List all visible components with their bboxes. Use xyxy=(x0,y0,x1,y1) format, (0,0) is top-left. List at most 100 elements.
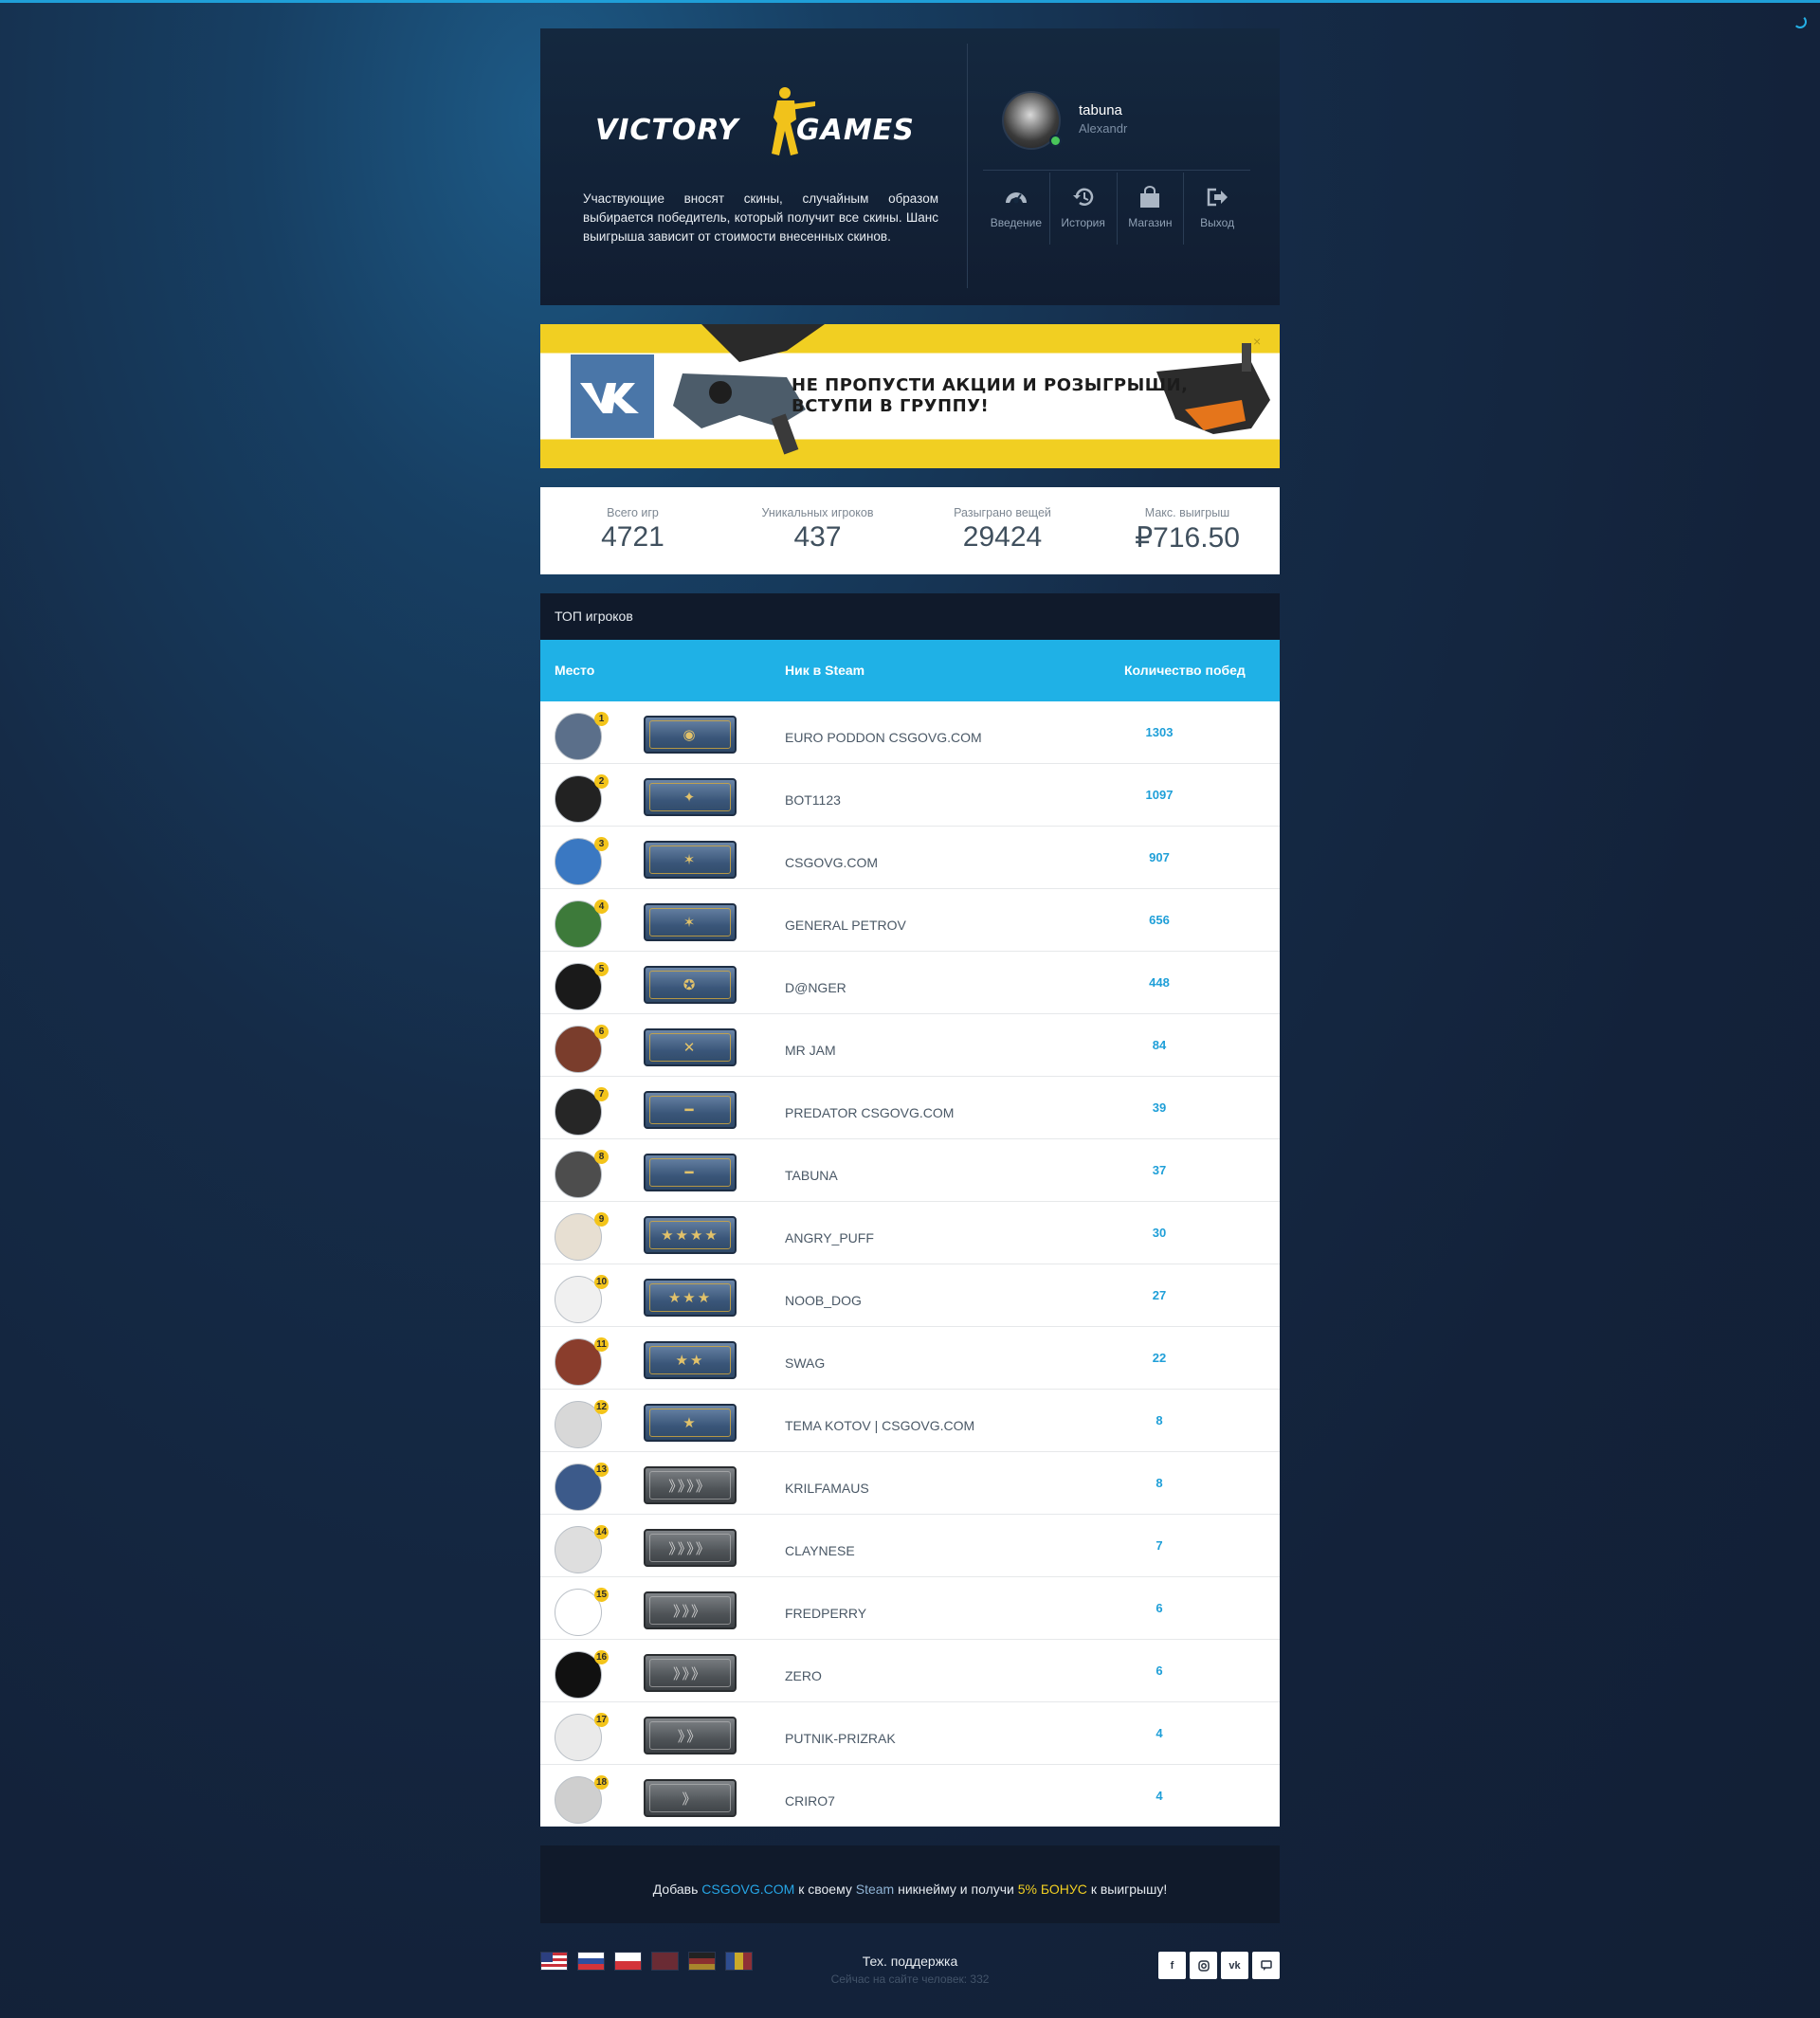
player-wins: 39 xyxy=(1152,1100,1167,1115)
player-name[interactable]: EURO PODDON CSGOVG.COM xyxy=(785,730,982,745)
player-name[interactable]: KRILFAMAUS xyxy=(785,1481,869,1496)
table-row[interactable]: 9 ★★★★ ANGRY_PUFF 30 xyxy=(540,1201,1280,1264)
stat-value: 4721 xyxy=(601,521,664,553)
rank-badge-icon: ━ xyxy=(644,1091,737,1129)
rank-badge-icon: ✪ xyxy=(644,966,737,1004)
table-header: Место Ник в Steam Количество побед xyxy=(540,640,1280,701)
table-row[interactable]: 10 ★★★ NOOB_DOG 27 xyxy=(540,1264,1280,1326)
chat-icon[interactable] xyxy=(1252,1952,1280,1979)
player-wins: 7 xyxy=(1156,1538,1163,1553)
player-name[interactable]: ZERO xyxy=(785,1668,822,1683)
place-badge: 12 xyxy=(594,1400,610,1414)
table-row[interactable]: 2 ✦ BOT1123 1097 xyxy=(540,763,1280,826)
nav-intro-button[interactable]: Введение xyxy=(983,173,1050,245)
player-name[interactable]: TEMA KOTOV | CSGOVG.COM xyxy=(785,1418,974,1433)
logo-text-left: VICTORY xyxy=(595,114,739,147)
rank-badge-icon: ★ xyxy=(644,1404,737,1442)
player-name[interactable]: CSGOVG.COM xyxy=(785,855,878,870)
table-row[interactable]: 12 ★ TEMA KOTOV | CSGOVG.COM 8 xyxy=(540,1389,1280,1451)
stat-label: Уникальных игроков xyxy=(761,506,874,519)
vk-logo-icon xyxy=(571,355,654,438)
online-status-indicator xyxy=(1049,135,1062,147)
stat-label: Разыграно вещей xyxy=(954,506,1051,519)
rank-badge-icon: 》》 xyxy=(644,1717,737,1754)
rank-emblem-icon: 》》》》 xyxy=(649,1534,731,1562)
table-row[interactable]: 18 》 CRIRO7 4 xyxy=(540,1764,1280,1827)
player-name[interactable]: D@NGER xyxy=(785,980,846,995)
user-nav: Введение История Магазин Выход xyxy=(983,173,1250,245)
place-badge: 3 xyxy=(594,837,609,851)
nav-shop-label: Магазин xyxy=(1128,216,1173,229)
banner-close-button[interactable]: × xyxy=(1253,334,1261,349)
stat-max-win: Макс. выигрыш ₽716.50 xyxy=(1095,487,1280,574)
top-accent-line xyxy=(0,0,1820,3)
player-wins: 84 xyxy=(1152,1038,1167,1052)
bonus-site-link[interactable]: CSGOVG.COM xyxy=(701,1882,794,1897)
player-name[interactable]: CLAYNESE xyxy=(785,1543,855,1558)
table-row[interactable]: 15 》》》 FREDPERRY 6 xyxy=(540,1576,1280,1639)
rank-emblem-icon: ✪ xyxy=(649,971,731,999)
place-badge: 2 xyxy=(594,774,609,789)
facebook-icon[interactable]: f xyxy=(1158,1952,1186,1979)
player-wins: 22 xyxy=(1152,1351,1167,1365)
table-row[interactable]: 5 ✪ D@NGER 448 xyxy=(540,951,1280,1013)
player-name[interactable]: PUTNIK-PRIZRAK xyxy=(785,1731,896,1746)
table-row[interactable]: 4 ✶ GENERAL PETROV 656 xyxy=(540,888,1280,951)
player-wins: 1303 xyxy=(1145,725,1174,739)
player-name[interactable]: TABUNA xyxy=(785,1168,838,1183)
rank-emblem-icon: ━ xyxy=(649,1096,731,1124)
header-divider xyxy=(967,44,968,288)
table-row[interactable]: 7 ━ PREDATOR CSGOVG.COM 39 xyxy=(540,1076,1280,1138)
column-place: Место xyxy=(555,663,595,678)
place-badge: 6 xyxy=(594,1025,609,1039)
player-wins: 4 xyxy=(1156,1726,1163,1740)
player-name[interactable]: ANGRY_PUFF xyxy=(785,1230,874,1245)
bonus-mid2: никнейму и получи xyxy=(898,1882,1014,1897)
logo-text-right: GAMES xyxy=(796,114,915,147)
history-icon xyxy=(1072,188,1093,206)
column-nick: Ник в Steam xyxy=(785,663,865,678)
player-wins: 8 xyxy=(1156,1413,1163,1427)
rank-badge-icon: 》》》》 xyxy=(644,1466,737,1504)
username[interactable]: tabuna xyxy=(1079,102,1122,118)
nav-shop-button[interactable]: Магазин xyxy=(1118,173,1185,245)
player-name[interactable]: BOT1123 xyxy=(785,792,841,808)
table-row[interactable]: 17 》》 PUTNIK-PRIZRAK 4 xyxy=(540,1701,1280,1764)
player-name[interactable]: MR JAM xyxy=(785,1043,836,1058)
bonus-suffix: к выигрышу! xyxy=(1090,1882,1168,1897)
site-logo[interactable]: VICTORY GAMES xyxy=(595,85,929,161)
stat-value: 29424 xyxy=(962,521,1043,553)
bonus-amount: 5% БОНУС xyxy=(1017,1882,1087,1897)
table-row[interactable]: 13 》》》》 KRILFAMAUS 8 xyxy=(540,1451,1280,1514)
table-row[interactable]: 11 ★★ SWAG 22 xyxy=(540,1326,1280,1389)
player-name[interactable]: NOOB_DOG xyxy=(785,1293,862,1308)
site-description: Участвующие вносят скины, случайным обра… xyxy=(583,191,938,244)
table-row[interactable]: 8 ━ TABUNA 37 xyxy=(540,1138,1280,1201)
table-row[interactable]: 3 ✶ CSGOVG.COM 907 xyxy=(540,826,1280,888)
banner-headline: НЕ ПРОПУСТИ АКЦИИ И РОЗЫГРЫШИ, ВСТУПИ В … xyxy=(792,375,1188,417)
player-name[interactable]: PREDATOR CSGOVG.COM xyxy=(785,1105,954,1120)
nav-logout-button[interactable]: Выход xyxy=(1184,173,1250,245)
stat-total-games: Всего игр 4721 xyxy=(540,487,725,574)
table-row[interactable]: 6 ✕ MR JAM 84 xyxy=(540,1013,1280,1076)
player-wins: 448 xyxy=(1149,975,1170,990)
vk-promo-banner[interactable]: НЕ ПРОПУСТИ АКЦИИ И РОЗЫГРЫШИ, ВСТУПИ В … xyxy=(540,324,1280,468)
rank-badge-icon: ✶ xyxy=(644,841,737,879)
rank-badge-icon: ━ xyxy=(644,1154,737,1191)
table-row[interactable]: 14 》》》》 CLAYNESE 7 xyxy=(540,1514,1280,1576)
table-row[interactable]: 16 》》》 ZERO 6 xyxy=(540,1639,1280,1701)
footer: Тех. поддержка Сейчас на сайте человек: … xyxy=(540,1952,1280,2009)
player-name[interactable]: CRIRO7 xyxy=(785,1793,835,1809)
player-name[interactable]: FREDPERRY xyxy=(785,1606,866,1621)
column-wins: Количество побед xyxy=(1124,663,1246,678)
rank-badge-icon: ★★★★ xyxy=(644,1216,737,1254)
rank-badge-icon: 》》》 xyxy=(644,1591,737,1629)
player-name[interactable]: GENERAL PETROV xyxy=(785,918,906,933)
table-row[interactable]: 1 ◉ EURO PODDON CSGOVG.COM 1303 xyxy=(540,701,1280,763)
place-badge: 10 xyxy=(594,1275,610,1289)
player-wins: 907 xyxy=(1149,850,1170,864)
instagram-icon[interactable] xyxy=(1190,1952,1217,1979)
player-name[interactable]: SWAG xyxy=(785,1355,825,1371)
nav-history-button[interactable]: История xyxy=(1050,173,1118,245)
vk-icon[interactable]: vk xyxy=(1221,1952,1248,1979)
